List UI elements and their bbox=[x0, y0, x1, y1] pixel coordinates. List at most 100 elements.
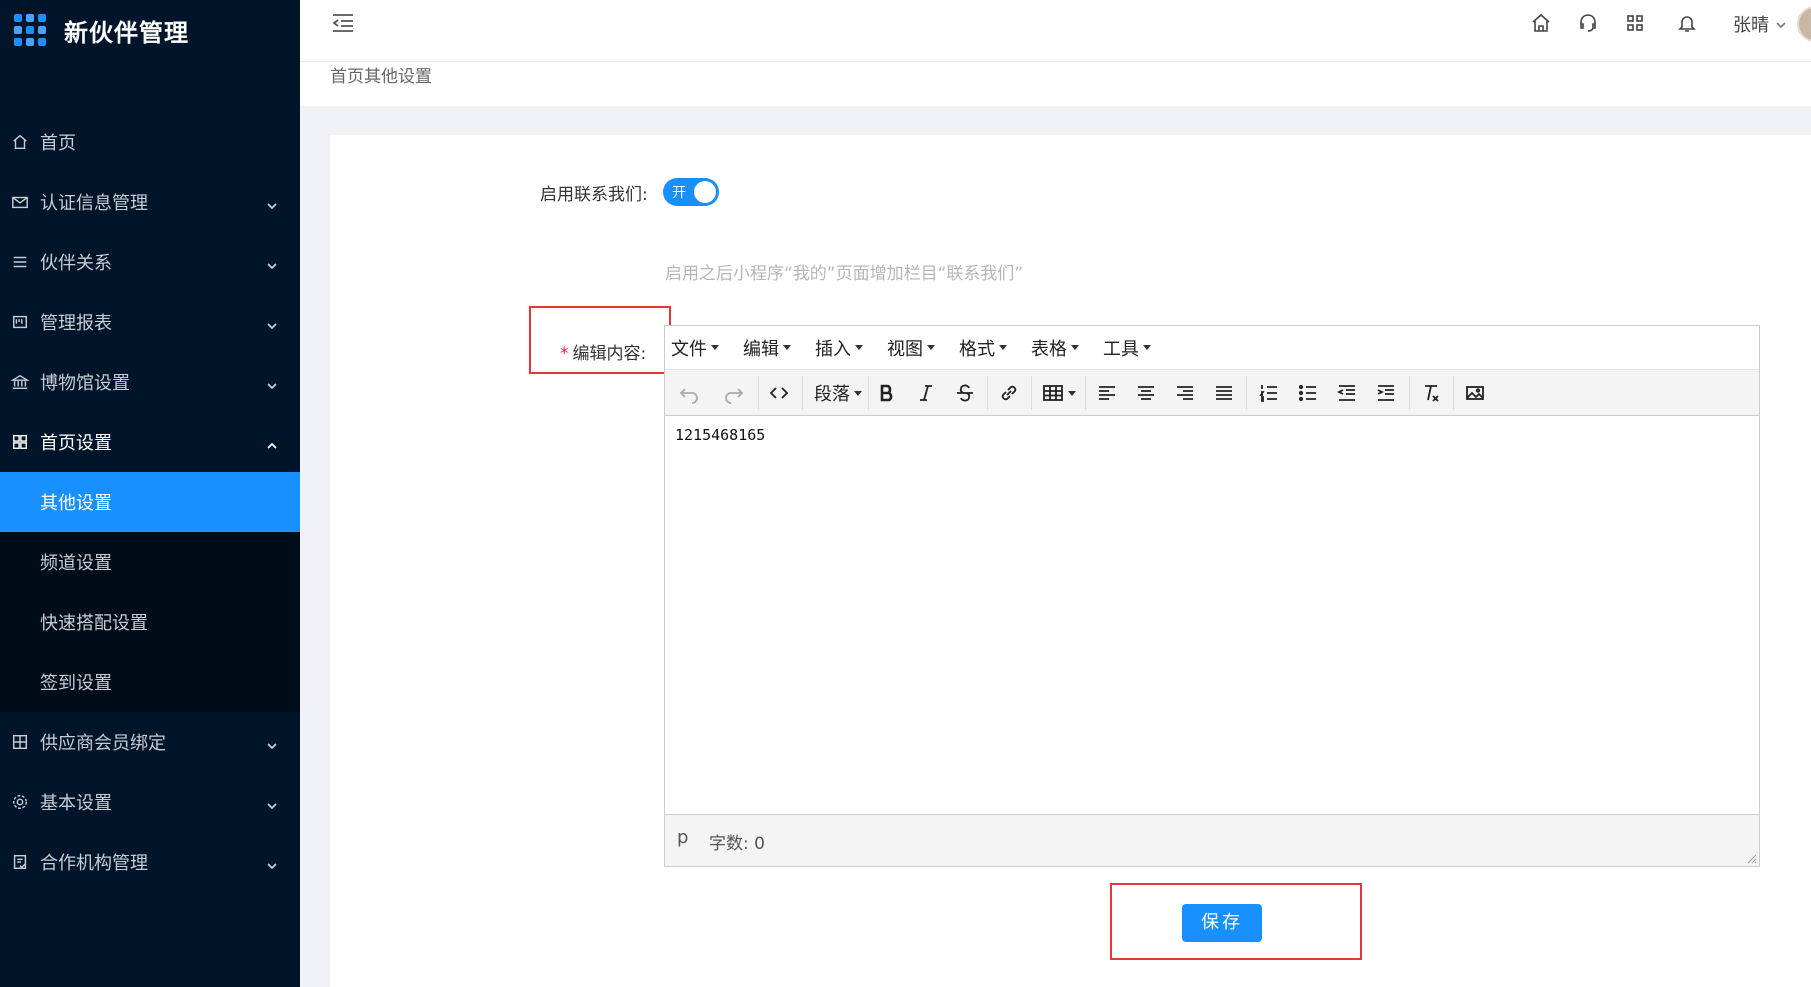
element-path[interactable]: p bbox=[677, 827, 688, 848]
caret-down-icon bbox=[927, 345, 935, 350]
editor-menu-view[interactable]: 视图 bbox=[887, 335, 935, 361]
gear-icon bbox=[10, 792, 30, 812]
resize-grip-icon[interactable] bbox=[1745, 852, 1757, 864]
editor-menu-label: 表格 bbox=[1031, 338, 1067, 360]
align-right-icon[interactable] bbox=[1171, 379, 1199, 407]
image-icon[interactable] bbox=[1461, 379, 1489, 407]
editor-menu-file[interactable]: 文件 bbox=[671, 335, 719, 361]
sidebar-item-partners[interactable]: 伙伴关系 bbox=[0, 232, 300, 292]
editor-menu-format[interactable]: 格式 bbox=[959, 335, 1007, 361]
sidebar-item-homepage-settings[interactable]: 首页设置 bbox=[0, 412, 300, 472]
contact-us-hint: 启用之后小程序“我的”页面增加栏目“联系我们” bbox=[665, 264, 1024, 284]
editor-content-area[interactable]: 1215468165 bbox=[665, 416, 1759, 814]
toolbar-separator bbox=[987, 376, 988, 410]
strikethrough-icon[interactable] bbox=[951, 379, 979, 407]
list-icon bbox=[10, 252, 30, 272]
sidebar-item-supplier-binding[interactable]: 供应商会员绑定 bbox=[0, 712, 300, 772]
breadcrumb: 首页其他设置 bbox=[300, 62, 1811, 106]
align-center-icon[interactable] bbox=[1132, 379, 1160, 407]
clear-format-icon[interactable] bbox=[1417, 379, 1445, 407]
caret-down-icon bbox=[1068, 390, 1076, 396]
editor-statusbar: p 字数: 0 bbox=[665, 814, 1759, 866]
toolbar-separator bbox=[1246, 376, 1247, 410]
editor-menubar: 文件 编辑 插入 视图 格式 表格 工具 bbox=[665, 326, 1759, 370]
outdent-icon[interactable] bbox=[1333, 379, 1361, 407]
page-title: 首页其他设置 bbox=[330, 67, 432, 87]
editor-menu-edit[interactable]: 编辑 bbox=[743, 335, 791, 361]
contact-us-label: 启用联系我们: bbox=[540, 185, 648, 205]
editor-menu-label: 格式 bbox=[959, 338, 995, 360]
caret-down-icon bbox=[1143, 345, 1151, 350]
undo-icon[interactable] bbox=[675, 379, 703, 407]
content-label: * 编辑内容: bbox=[560, 339, 646, 364]
caret-down-icon bbox=[854, 390, 862, 396]
sidebar-item-certification[interactable]: 认证信息管理 bbox=[0, 172, 300, 232]
audit-icon bbox=[10, 852, 30, 872]
chevron-up-icon bbox=[266, 436, 278, 449]
source-code-icon[interactable] bbox=[765, 379, 793, 407]
required-mark: * bbox=[560, 344, 569, 364]
toolbar-separator bbox=[758, 376, 759, 410]
editor-menu-label: 插入 bbox=[815, 338, 851, 360]
contact-us-switch[interactable]: 开 bbox=[663, 178, 719, 206]
chevron-down-icon[interactable] bbox=[1775, 16, 1787, 29]
chevron-down-icon bbox=[266, 316, 278, 330]
sidebar-item-other-settings[interactable]: 其他设置 bbox=[0, 472, 300, 532]
avatar[interactable] bbox=[1797, 6, 1811, 42]
grid-icon[interactable] bbox=[1624, 12, 1648, 36]
numbered-list-icon[interactable] bbox=[1255, 379, 1283, 407]
bell-icon[interactable] bbox=[1676, 12, 1700, 36]
app-grid-logo-icon bbox=[14, 14, 46, 46]
table-icon[interactable] bbox=[1039, 379, 1079, 407]
bullet-list-icon[interactable] bbox=[1294, 379, 1322, 407]
bold-icon[interactable] bbox=[873, 379, 901, 407]
home-icon[interactable] bbox=[1530, 12, 1554, 36]
align-justify-icon[interactable] bbox=[1210, 379, 1238, 407]
bank-icon bbox=[10, 372, 30, 392]
editor-menu-label: 编辑 bbox=[743, 338, 779, 360]
block-format-select[interactable]: 段落 bbox=[813, 379, 863, 407]
mail-icon bbox=[10, 192, 30, 212]
indent-icon[interactable] bbox=[1372, 379, 1400, 407]
report-icon bbox=[10, 312, 30, 332]
sidebar-item-label: 基本设置 bbox=[40, 793, 112, 814]
top-header: 张晴 bbox=[300, 0, 1811, 62]
caret-down-icon bbox=[1071, 345, 1079, 350]
sidebar-item-checkin-settings[interactable]: 签到设置 bbox=[0, 652, 300, 712]
sidebar-item-label: 伙伴关系 bbox=[40, 253, 112, 274]
chevron-down-icon bbox=[266, 856, 278, 870]
rich-text-editor: 文件 编辑 插入 视图 格式 表格 工具 段落 1215468165 p 字数:… bbox=[664, 325, 1760, 867]
redo-icon[interactable] bbox=[720, 379, 748, 407]
menu-fold-icon[interactable] bbox=[330, 10, 356, 36]
sidebar-item-label: 博物馆设置 bbox=[40, 373, 130, 394]
sidebar-item-partner-org[interactable]: 合作机构管理 bbox=[0, 832, 300, 892]
sidebar-item-channel-settings[interactable]: 频道设置 bbox=[0, 532, 300, 592]
sidebar-item-reports[interactable]: 管理报表 bbox=[0, 292, 300, 352]
toolbar-separator bbox=[868, 376, 869, 410]
link-icon bbox=[10, 732, 30, 752]
sidebar-item-label: 管理报表 bbox=[40, 313, 112, 334]
toolbar-separator bbox=[1085, 376, 1086, 410]
editor-menu-tools[interactable]: 工具 bbox=[1103, 335, 1151, 361]
editor-menu-label: 文件 bbox=[671, 338, 707, 360]
align-left-icon[interactable] bbox=[1093, 379, 1121, 407]
user-name[interactable]: 张晴 bbox=[1733, 11, 1769, 37]
sidebar-item-museum[interactable]: 博物馆设置 bbox=[0, 352, 300, 412]
save-button[interactable]: 保存 bbox=[1182, 904, 1262, 942]
sidebar-item-label: 认证信息管理 bbox=[40, 193, 148, 214]
sidebar-item-home[interactable]: 首页 bbox=[0, 112, 300, 172]
chevron-down-icon bbox=[266, 196, 278, 210]
editor-menu-label: 视图 bbox=[887, 338, 923, 360]
content-label-text: 编辑内容: bbox=[572, 344, 647, 364]
link-icon[interactable] bbox=[995, 379, 1023, 407]
chevron-down-icon bbox=[266, 736, 278, 750]
editor-menu-insert[interactable]: 插入 bbox=[815, 335, 863, 361]
sidebar-item-basic-settings[interactable]: 基本设置 bbox=[0, 772, 300, 832]
switch-knob bbox=[694, 181, 716, 203]
caret-down-icon bbox=[711, 345, 719, 350]
sidebar-item-quick-match-settings[interactable]: 快速搭配设置 bbox=[0, 592, 300, 652]
headset-icon[interactable] bbox=[1577, 12, 1601, 36]
italic-icon[interactable] bbox=[912, 379, 940, 407]
brand: 新伙伴管理 bbox=[0, 0, 300, 60]
editor-menu-table[interactable]: 表格 bbox=[1031, 335, 1079, 361]
